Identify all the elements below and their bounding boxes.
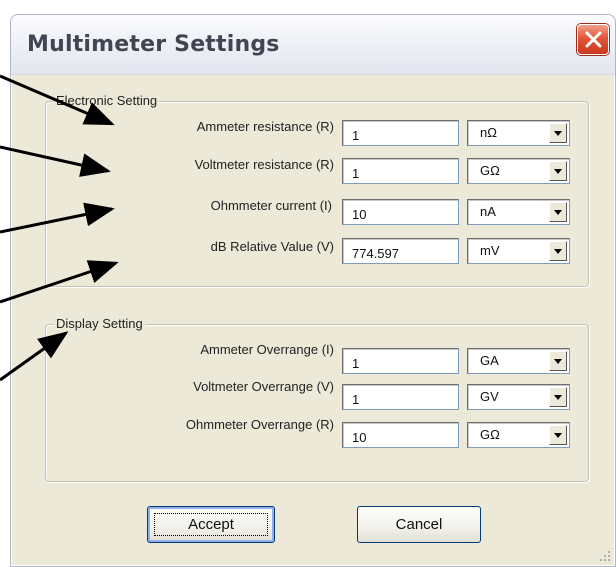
dropdown-arrow-button[interactable]: [549, 241, 567, 261]
ammeter-overrange-input[interactable]: 1: [342, 348, 459, 374]
cancel-button-label: Cancel: [395, 516, 443, 533]
db-relative-value-label: dB Relative Value (V): [210, 239, 334, 254]
cancel-button[interactable]: Cancel: [357, 506, 481, 543]
dropdown-arrow-button[interactable]: [549, 123, 567, 143]
dropdown-arrow-button[interactable]: [549, 387, 567, 407]
display-setting-label: Display Setting: [54, 316, 145, 331]
voltmeter-resistance-label: Voltmeter resistance (R): [194, 157, 334, 172]
electronic-setting-group: Electronic Setting Ammeter resistance (R…: [45, 93, 589, 287]
voltmeter-resistance-input[interactable]: 1: [342, 158, 459, 184]
resize-grip-icon[interactable]: [597, 548, 611, 562]
ammeter-resistance-unit: nΩ: [480, 125, 497, 140]
ohmmeter-current-input[interactable]: 10: [342, 199, 459, 225]
ammeter-resistance-label: Ammeter resistance (R): [196, 119, 334, 134]
display-setting-group: Display Setting Ammeter Overrange (I) 1 …: [45, 316, 589, 482]
dropdown-arrow-button[interactable]: [549, 425, 567, 445]
dropdown-arrow-button[interactable]: [549, 351, 567, 371]
ammeter-resistance-unit-select[interactable]: nΩ: [467, 120, 570, 146]
chevron-down-icon: [554, 210, 562, 215]
voltmeter-resistance-unit: GΩ: [480, 163, 500, 178]
ammeter-overrange-unit: GA: [480, 353, 499, 368]
voltmeter-overrange-label: Voltmeter Overrange (V): [193, 379, 334, 394]
ammeter-resistance-input[interactable]: 1: [342, 120, 459, 146]
db-relative-value-input[interactable]: 774.597: [342, 238, 459, 264]
chevron-down-icon: [554, 249, 562, 254]
voltmeter-overrange-unit-select[interactable]: GV: [467, 384, 570, 410]
dialog-title: Multimeter Settings: [27, 32, 280, 57]
voltmeter-overrange-input[interactable]: 1: [342, 384, 459, 410]
ohmmeter-overrange-unit: GΩ: [480, 427, 500, 442]
focus-rectangle: [154, 513, 268, 536]
electronic-setting-label: Electronic Setting: [54, 93, 160, 108]
ohmmeter-overrange-unit-select[interactable]: GΩ: [467, 422, 570, 448]
ohmmeter-current-label: Ohmmeter current (I): [210, 198, 332, 213]
chevron-down-icon: [554, 433, 562, 438]
ammeter-overrange-unit-select[interactable]: GA: [467, 348, 570, 374]
close-button[interactable]: [577, 24, 609, 55]
multimeter-settings-dialog: Multimeter Settings Electronic Setting A…: [10, 14, 616, 567]
chevron-down-icon: [554, 359, 562, 364]
chevron-down-icon: [554, 169, 562, 174]
close-icon: [585, 31, 602, 48]
voltmeter-overrange-unit: GV: [480, 389, 499, 404]
db-relative-value-unit-select[interactable]: mV: [467, 238, 570, 264]
ohmmeter-current-unit: nA: [480, 204, 496, 219]
ohmmeter-overrange-input[interactable]: 10: [342, 422, 459, 448]
ohmmeter-overrange-label: Ohmmeter Overrange (R): [185, 417, 334, 432]
dropdown-arrow-button[interactable]: [549, 161, 567, 181]
voltmeter-resistance-unit-select[interactable]: GΩ: [467, 158, 570, 184]
accept-button[interactable]: Accept: [147, 506, 275, 543]
ohmmeter-current-unit-select[interactable]: nA: [467, 199, 570, 225]
db-relative-value-unit: mV: [480, 243, 500, 258]
chevron-down-icon: [554, 395, 562, 400]
dropdown-arrow-button[interactable]: [549, 202, 567, 222]
ammeter-overrange-label: Ammeter Overrange (I): [200, 342, 334, 357]
chevron-down-icon: [554, 131, 562, 136]
title-bar[interactable]: Multimeter Settings: [11, 15, 615, 75]
